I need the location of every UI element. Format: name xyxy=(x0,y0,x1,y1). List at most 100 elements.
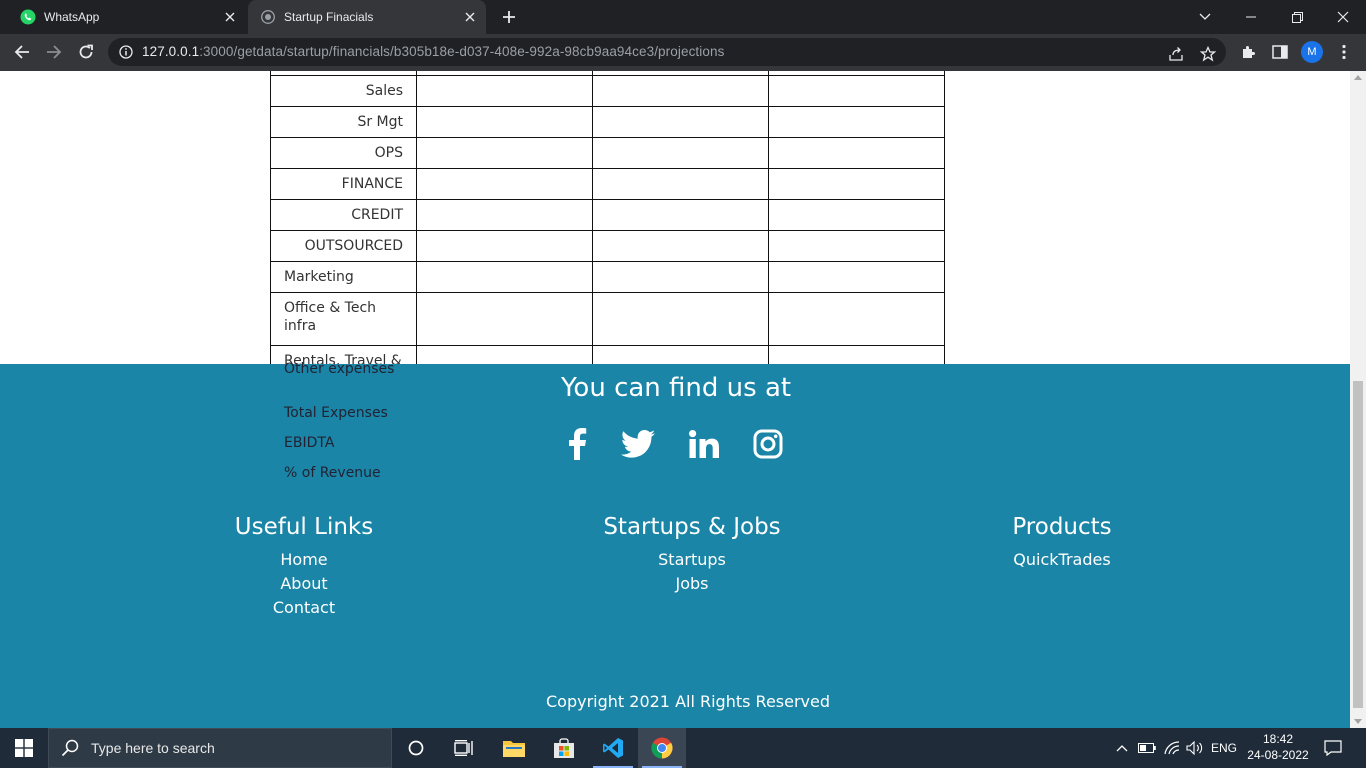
search-icon xyxy=(61,739,79,757)
find-us-heading: You can find us at xyxy=(561,373,792,403)
site-footer: Other expenses Total Expenses EBIDTA % o… xyxy=(0,361,1350,728)
row-label: Marketing xyxy=(284,269,354,285)
table-cell xyxy=(592,75,769,107)
show-hidden-icons-chevron-icon[interactable] xyxy=(1112,728,1132,768)
table-cell xyxy=(592,199,769,231)
row-label: Sales xyxy=(365,83,403,99)
footer-link-jobs[interactable]: Jobs xyxy=(582,572,802,596)
row-label: Sr Mgt xyxy=(357,114,403,130)
row-label: OPS xyxy=(374,145,403,161)
overflow-row-rentals-tail: Other expenses xyxy=(284,361,395,377)
share-icon[interactable] xyxy=(1166,44,1186,64)
table-cell xyxy=(416,292,593,346)
table-cell xyxy=(592,106,769,138)
footer-column-products: Products QuickTrades xyxy=(962,514,1162,572)
notification-center-icon[interactable] xyxy=(1318,728,1348,768)
table-cell xyxy=(768,137,945,169)
url-path: :3000/getdata/startup/financials/b305b18… xyxy=(199,44,725,59)
footer-link-contact[interactable]: Contact xyxy=(204,596,404,620)
page-viewport: Sales Sr Mgt OPS FINANCE CREDIT OUTSOURCED Mar… xyxy=(0,71,1350,728)
table-cell xyxy=(768,168,945,200)
kebab-menu-icon[interactable] xyxy=(1332,40,1356,64)
close-tab-icon[interactable] xyxy=(222,9,238,25)
table-cell xyxy=(416,137,593,169)
back-arrow-icon[interactable] xyxy=(10,40,34,64)
facebook-icon[interactable] xyxy=(559,426,595,462)
page-scrollbar[interactable] xyxy=(1350,71,1366,728)
table-row: CREDIT xyxy=(270,199,945,231)
side-panel-icon[interactable] xyxy=(1268,40,1292,64)
table-row: OPS xyxy=(270,137,945,169)
input-language[interactable]: ENG xyxy=(1208,728,1240,768)
footer-column-useful-links: Useful Links Home About Contact xyxy=(204,514,404,620)
footer-link-home[interactable]: Home xyxy=(204,548,404,572)
cortana-icon[interactable] xyxy=(392,728,440,768)
instagram-icon[interactable] xyxy=(750,426,786,462)
footer-column-startups-jobs: Startups & Jobs Startups Jobs xyxy=(582,514,802,596)
clock-date: 24-08-2022 xyxy=(1247,748,1309,762)
reload-icon[interactable] xyxy=(74,40,98,64)
restore-icon[interactable] xyxy=(1274,0,1320,34)
overflow-row-ebidta: EBIDTA xyxy=(284,435,335,451)
wifi-icon[interactable] xyxy=(1161,728,1183,768)
tab-whatsapp[interactable]: WhatsApp xyxy=(8,0,246,34)
chrome-taskbar-icon[interactable] xyxy=(638,728,686,768)
globe-icon xyxy=(260,9,276,25)
battery-icon[interactable] xyxy=(1136,728,1158,768)
table-row: FINANCE xyxy=(270,168,945,200)
footer-heading: Startups & Jobs xyxy=(603,514,781,540)
tab-startup-financials[interactable]: Startup Finacials xyxy=(248,0,486,34)
footer-link-about[interactable]: About xyxy=(204,572,404,596)
table-cell xyxy=(416,168,593,200)
address-bar[interactable]: 127.0.0.1:3000/getdata/startup/financial… xyxy=(108,38,1226,66)
clock-time: 18:42 xyxy=(1262,732,1294,746)
task-view-icon[interactable] xyxy=(440,728,488,768)
table-cell xyxy=(768,106,945,138)
taskbar-clock[interactable]: 18:42 24-08-2022 xyxy=(1240,731,1316,763)
table-row: Sr Mgt xyxy=(270,106,945,138)
new-tab-button[interactable] xyxy=(498,7,520,27)
forward-arrow-icon[interactable] xyxy=(42,40,66,64)
browser-toolbar: 127.0.0.1:3000/getdata/startup/financial… xyxy=(0,34,1366,71)
scrollbar-thumb[interactable] xyxy=(1353,381,1363,708)
windows-start-icon[interactable] xyxy=(0,728,48,768)
copyright-text: Copyright 2021 All Rights Reserved xyxy=(546,692,831,711)
close-window-icon[interactable] xyxy=(1320,0,1366,34)
table-row: Office & Tech infra xyxy=(270,292,945,346)
url-text: 127.0.0.1:3000/getdata/startup/financial… xyxy=(142,44,724,59)
footer-heading: Products xyxy=(1012,514,1112,540)
taskbar-search-box[interactable]: Type here to search xyxy=(48,728,392,768)
scroll-down-arrow-icon[interactable] xyxy=(1354,719,1362,725)
table-cell xyxy=(768,261,945,293)
url-host: 127.0.0.1 xyxy=(142,44,200,59)
close-tab-icon[interactable] xyxy=(462,9,478,25)
table-cell xyxy=(592,230,769,262)
table-cell xyxy=(768,75,945,107)
row-label-cell: Marketing xyxy=(270,261,417,293)
row-label: Office & Tech infra xyxy=(284,300,377,334)
footer-link-quicktrades[interactable]: QuickTrades xyxy=(962,548,1162,572)
tab-search-chevron-icon[interactable] xyxy=(1182,0,1228,34)
table-row: OUTSOURCED xyxy=(270,230,945,262)
linkedin-icon[interactable] xyxy=(686,426,722,462)
extensions-puzzle-icon[interactable] xyxy=(1236,40,1260,64)
speaker-volume-icon[interactable] xyxy=(1184,728,1206,768)
browser-tab-bar: WhatsApp Startup Finacials xyxy=(0,0,1366,34)
row-label-cell: OUTSOURCED xyxy=(270,230,417,262)
overflow-row-percent-revenue: % of Revenue xyxy=(284,465,381,481)
vscode-icon[interactable] xyxy=(589,728,637,768)
footer-link-startups[interactable]: Startups xyxy=(582,548,802,572)
scroll-up-arrow-icon[interactable] xyxy=(1354,74,1362,80)
minimize-icon[interactable] xyxy=(1228,0,1274,34)
row-label-cell: FINANCE xyxy=(270,168,417,200)
bookmark-star-icon[interactable] xyxy=(1198,44,1218,64)
profile-avatar[interactable]: M xyxy=(1300,40,1324,64)
microsoft-store-icon[interactable] xyxy=(540,728,588,768)
table-cell xyxy=(592,168,769,200)
file-explorer-icon[interactable] xyxy=(490,728,538,768)
site-info-icon[interactable] xyxy=(118,44,134,60)
search-placeholder: Type here to search xyxy=(91,740,215,756)
table-row: Marketing xyxy=(270,261,945,293)
twitter-icon[interactable] xyxy=(620,426,656,462)
row-label: CREDIT xyxy=(351,207,403,223)
